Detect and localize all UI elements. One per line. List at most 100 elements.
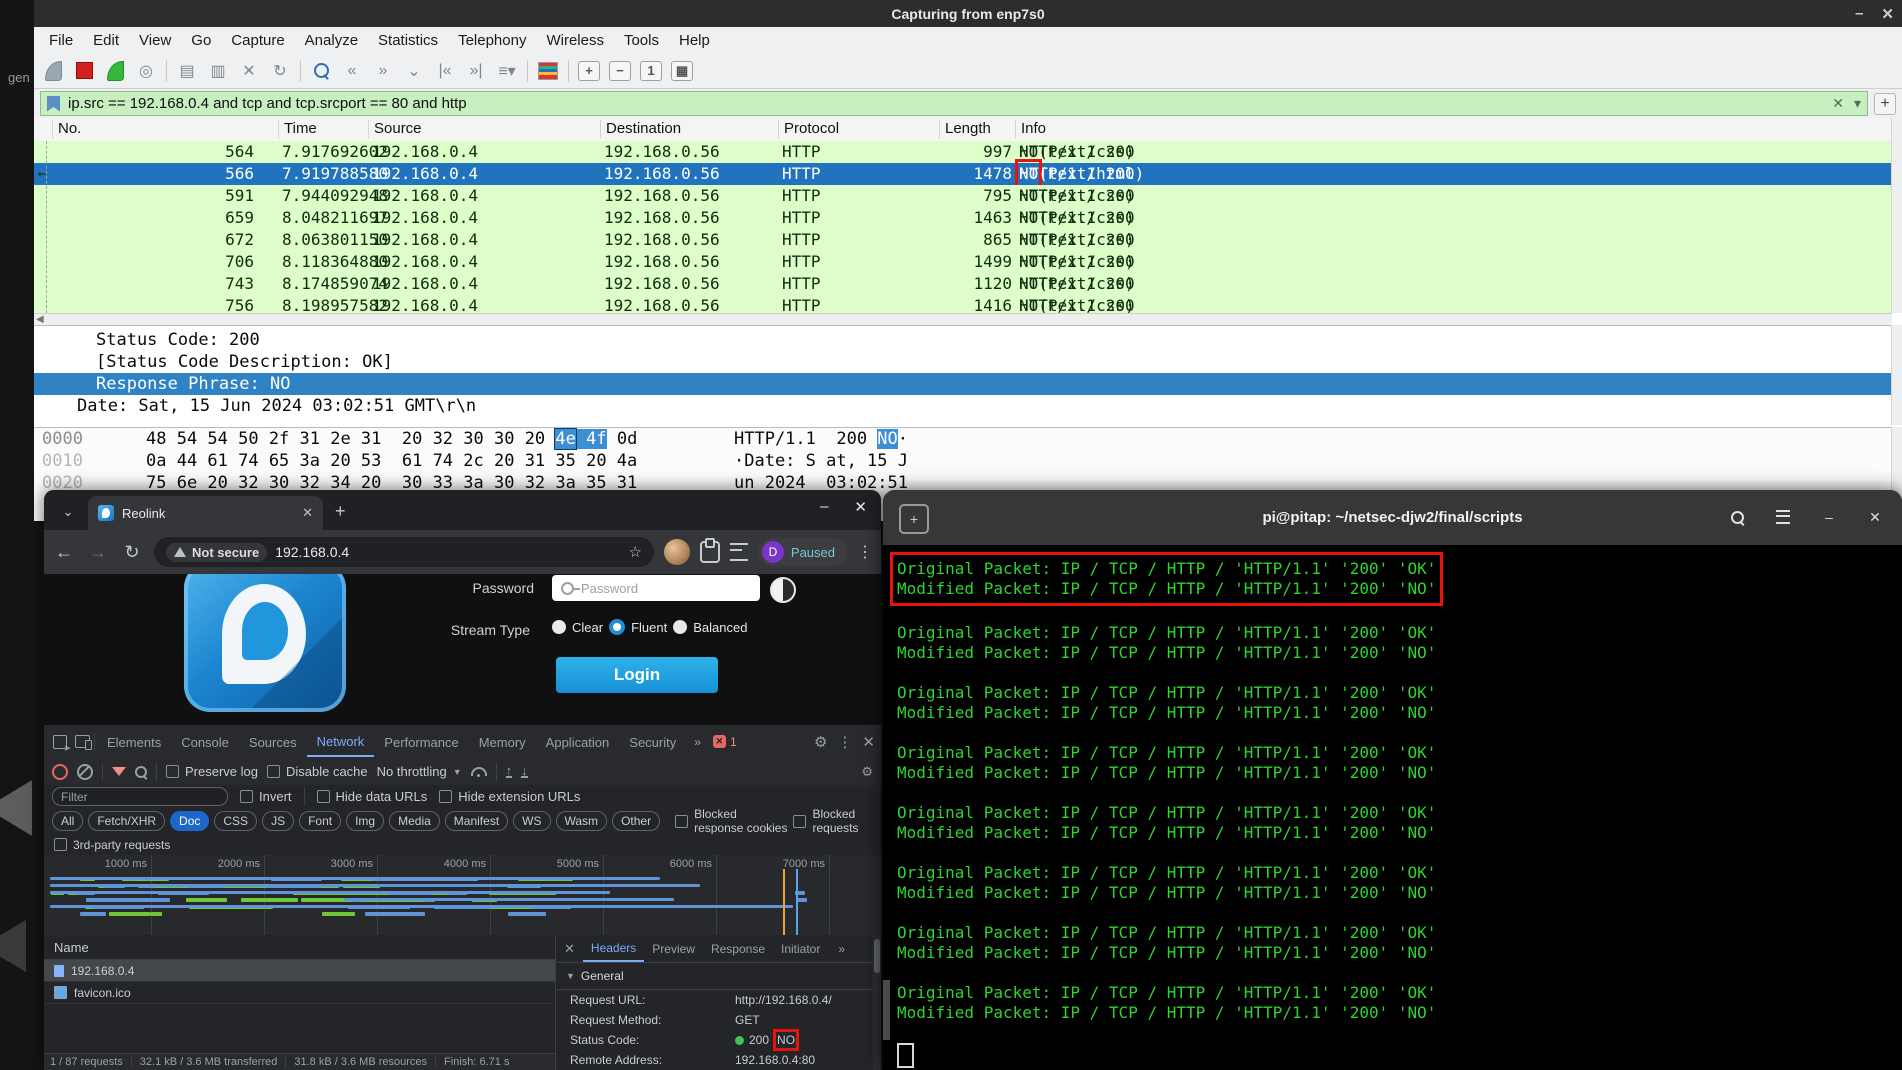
zoom-reset-icon[interactable]: 1: [640, 61, 662, 81]
terminal-scrollbar[interactable]: [883, 980, 890, 1040]
device-toolbar-icon[interactable]: [72, 732, 92, 752]
panel-tab-initiator[interactable]: Initiator: [773, 937, 828, 961]
terminal-search-icon[interactable]: [1722, 502, 1752, 532]
devtools-close-icon[interactable]: ✕: [862, 733, 875, 751]
tab-search-icon[interactable]: ⌄: [54, 498, 82, 526]
chip-img[interactable]: Img: [346, 811, 384, 831]
auto-scroll-icon[interactable]: ≡▾: [496, 60, 518, 82]
zoom-out-icon[interactable]: −: [609, 61, 631, 81]
detail-line[interactable]: Date: Sat, 15 Jun 2024 03:02:51 GMT\r\n: [34, 395, 1892, 417]
column-time[interactable]: Time: [278, 120, 317, 139]
export-har-icon[interactable]: ↓: [521, 765, 528, 778]
forward-icon[interactable]: →: [86, 542, 110, 563]
chip-manifest[interactable]: Manifest: [445, 811, 508, 831]
first-packet-icon[interactable]: |«: [434, 60, 456, 82]
network-overview-timeline[interactable]: 1000 ms2000 ms3000 ms4000 ms5000 ms6000 …: [44, 855, 881, 936]
column-info[interactable]: Info: [1015, 120, 1046, 139]
hex-row[interactable]: 00100a 44 61 74 65 3a 20 53 61 74 2c 20 …: [34, 450, 1892, 472]
chip-font[interactable]: Font: [299, 811, 341, 831]
filter-icon[interactable]: [112, 767, 126, 776]
avatar[interactable]: [664, 539, 690, 565]
throttling-dropdown[interactable]: No throttling▼: [377, 764, 462, 779]
hide-extension-urls-checkbox[interactable]: Hide extension URLs: [439, 789, 580, 804]
restart-capture-icon[interactable]: [104, 60, 126, 82]
minimize-button[interactable]: –: [1814, 502, 1844, 532]
search-icon[interactable]: [135, 766, 147, 778]
close-request-icon[interactable]: ✕: [564, 941, 575, 957]
devtools-tab-sources[interactable]: Sources: [239, 728, 307, 756]
menu-view[interactable]: View: [130, 30, 180, 51]
chip-css[interactable]: CSS: [214, 811, 257, 831]
packet-row[interactable]: 7438.174859074192.168.0.4192.168.0.56HTT…: [34, 273, 1892, 295]
chip-js[interactable]: JS: [262, 811, 294, 831]
packet-row[interactable]: 6598.048211697192.168.0.4192.168.0.56HTT…: [34, 207, 1892, 229]
new-tab-icon[interactable]: +: [335, 501, 346, 522]
packet-row[interactable]: 6728.063801150192.168.0.4192.168.0.56HTT…: [34, 229, 1892, 251]
chip-doc[interactable]: Doc: [170, 811, 209, 831]
stream-radio-balanced[interactable]: [673, 620, 687, 634]
display-filter-input[interactable]: ip.src == 192.168.0.4 and tcp and tcp.sr…: [40, 91, 1868, 116]
request-row[interactable]: favicon.ico: [44, 982, 555, 1004]
menu-tools[interactable]: Tools: [615, 30, 668, 51]
devtools-tab-performance[interactable]: Performance: [374, 728, 468, 756]
detail-line[interactable]: Status Code: 200: [34, 329, 1892, 351]
stream-radio-clear[interactable]: [552, 620, 566, 634]
filter-clear-icon[interactable]: ✕: [1832, 95, 1844, 112]
login-button[interactable]: Login: [556, 657, 718, 693]
panel-tab-headers[interactable]: Headers: [583, 936, 644, 962]
filter-bookmark-icon[interactable]: [47, 96, 60, 112]
stream-radio-fluent[interactable]: [609, 619, 625, 635]
close-button[interactable]: ✕: [1881, 5, 1894, 23]
devtools-tab-network[interactable]: Network: [307, 727, 375, 757]
terminal-titlebar[interactable]: + pi@pitap: ~/netsec-djw2/final/scripts …: [883, 490, 1902, 545]
column-source[interactable]: Source: [368, 120, 422, 139]
chip-other[interactable]: Other: [612, 811, 660, 831]
reading-list-icon[interactable]: [730, 543, 748, 561]
devtools-tab-elements[interactable]: Elements: [97, 728, 171, 756]
minimize-button[interactable]: –: [1855, 5, 1863, 22]
headers-scrollbar[interactable]: [873, 935, 881, 1070]
zoom-in-icon[interactable]: +: [578, 61, 600, 81]
chip-wasm[interactable]: Wasm: [556, 811, 608, 831]
packet-row[interactable]: 5667.919788580192.168.0.4192.168.0.56HTT…: [34, 163, 1892, 185]
chip-fetchxhr[interactable]: Fetch/XHR: [88, 811, 165, 831]
panel-tab-response[interactable]: Response: [703, 937, 773, 961]
panel-more-tabs-icon[interactable]: »: [832, 942, 851, 956]
new-terminal-icon[interactable]: +: [899, 504, 929, 534]
close-button[interactable]: ✕: [854, 498, 867, 516]
more-tabs-icon[interactable]: »: [688, 735, 707, 749]
menu-wireless[interactable]: Wireless: [537, 30, 613, 51]
tab-close-icon[interactable]: ✕: [302, 505, 313, 521]
filter-apply-icon[interactable]: ▾: [1854, 95, 1861, 112]
network-conditions-icon[interactable]: [471, 767, 487, 776]
column-protocol[interactable]: Protocol: [778, 120, 839, 139]
network-settings-icon[interactable]: ⚙: [861, 764, 873, 780]
column-destination[interactable]: Destination: [600, 120, 681, 139]
import-har-icon[interactable]: ↑: [506, 765, 513, 778]
next-packet-icon[interactable]: »: [372, 60, 394, 82]
menu-telephony[interactable]: Telephony: [449, 30, 535, 51]
browser-tab[interactable]: Reolink ✕: [88, 496, 323, 530]
resize-columns-icon[interactable]: ▦: [671, 61, 693, 81]
devtools-menu-icon[interactable]: ⋮: [837, 733, 852, 751]
detail-line[interactable]: [Status Code Description: OK]: [34, 351, 1892, 373]
close-file-icon[interactable]: ✕: [238, 60, 260, 82]
hide-data-urls-checkbox[interactable]: Hide data URLs: [317, 789, 428, 804]
devtools-tab-security[interactable]: Security: [619, 728, 686, 756]
details-vscrollbar[interactable]: [1891, 325, 1902, 425]
reload-file-icon[interactable]: ↻: [269, 60, 291, 82]
error-badge[interactable]: ✕ 1: [713, 735, 737, 749]
menu-file[interactable]: File: [40, 30, 82, 51]
chrome-menu-icon[interactable]: ⋮: [857, 542, 873, 562]
packet-row[interactable]: 7068.118364880192.168.0.4192.168.0.56HTT…: [34, 251, 1892, 273]
extension-icon[interactable]: [700, 541, 720, 563]
stop-capture-icon[interactable]: [73, 60, 95, 82]
save-file-icon[interactable]: ▥: [207, 60, 229, 82]
chip-all[interactable]: All: [52, 811, 83, 831]
request-row[interactable]: 192.168.0.4: [44, 960, 555, 982]
start-capture-icon[interactable]: [42, 60, 64, 82]
hex-row[interactable]: 000048 54 54 50 2f 31 2e 31 20 32 30 30 …: [34, 428, 1892, 450]
devtools-tab-memory[interactable]: Memory: [469, 728, 536, 756]
chip-ws[interactable]: WS: [513, 811, 550, 831]
packet-row[interactable]: 7568.198957582192.168.0.4192.168.0.56HTT…: [34, 295, 1892, 313]
